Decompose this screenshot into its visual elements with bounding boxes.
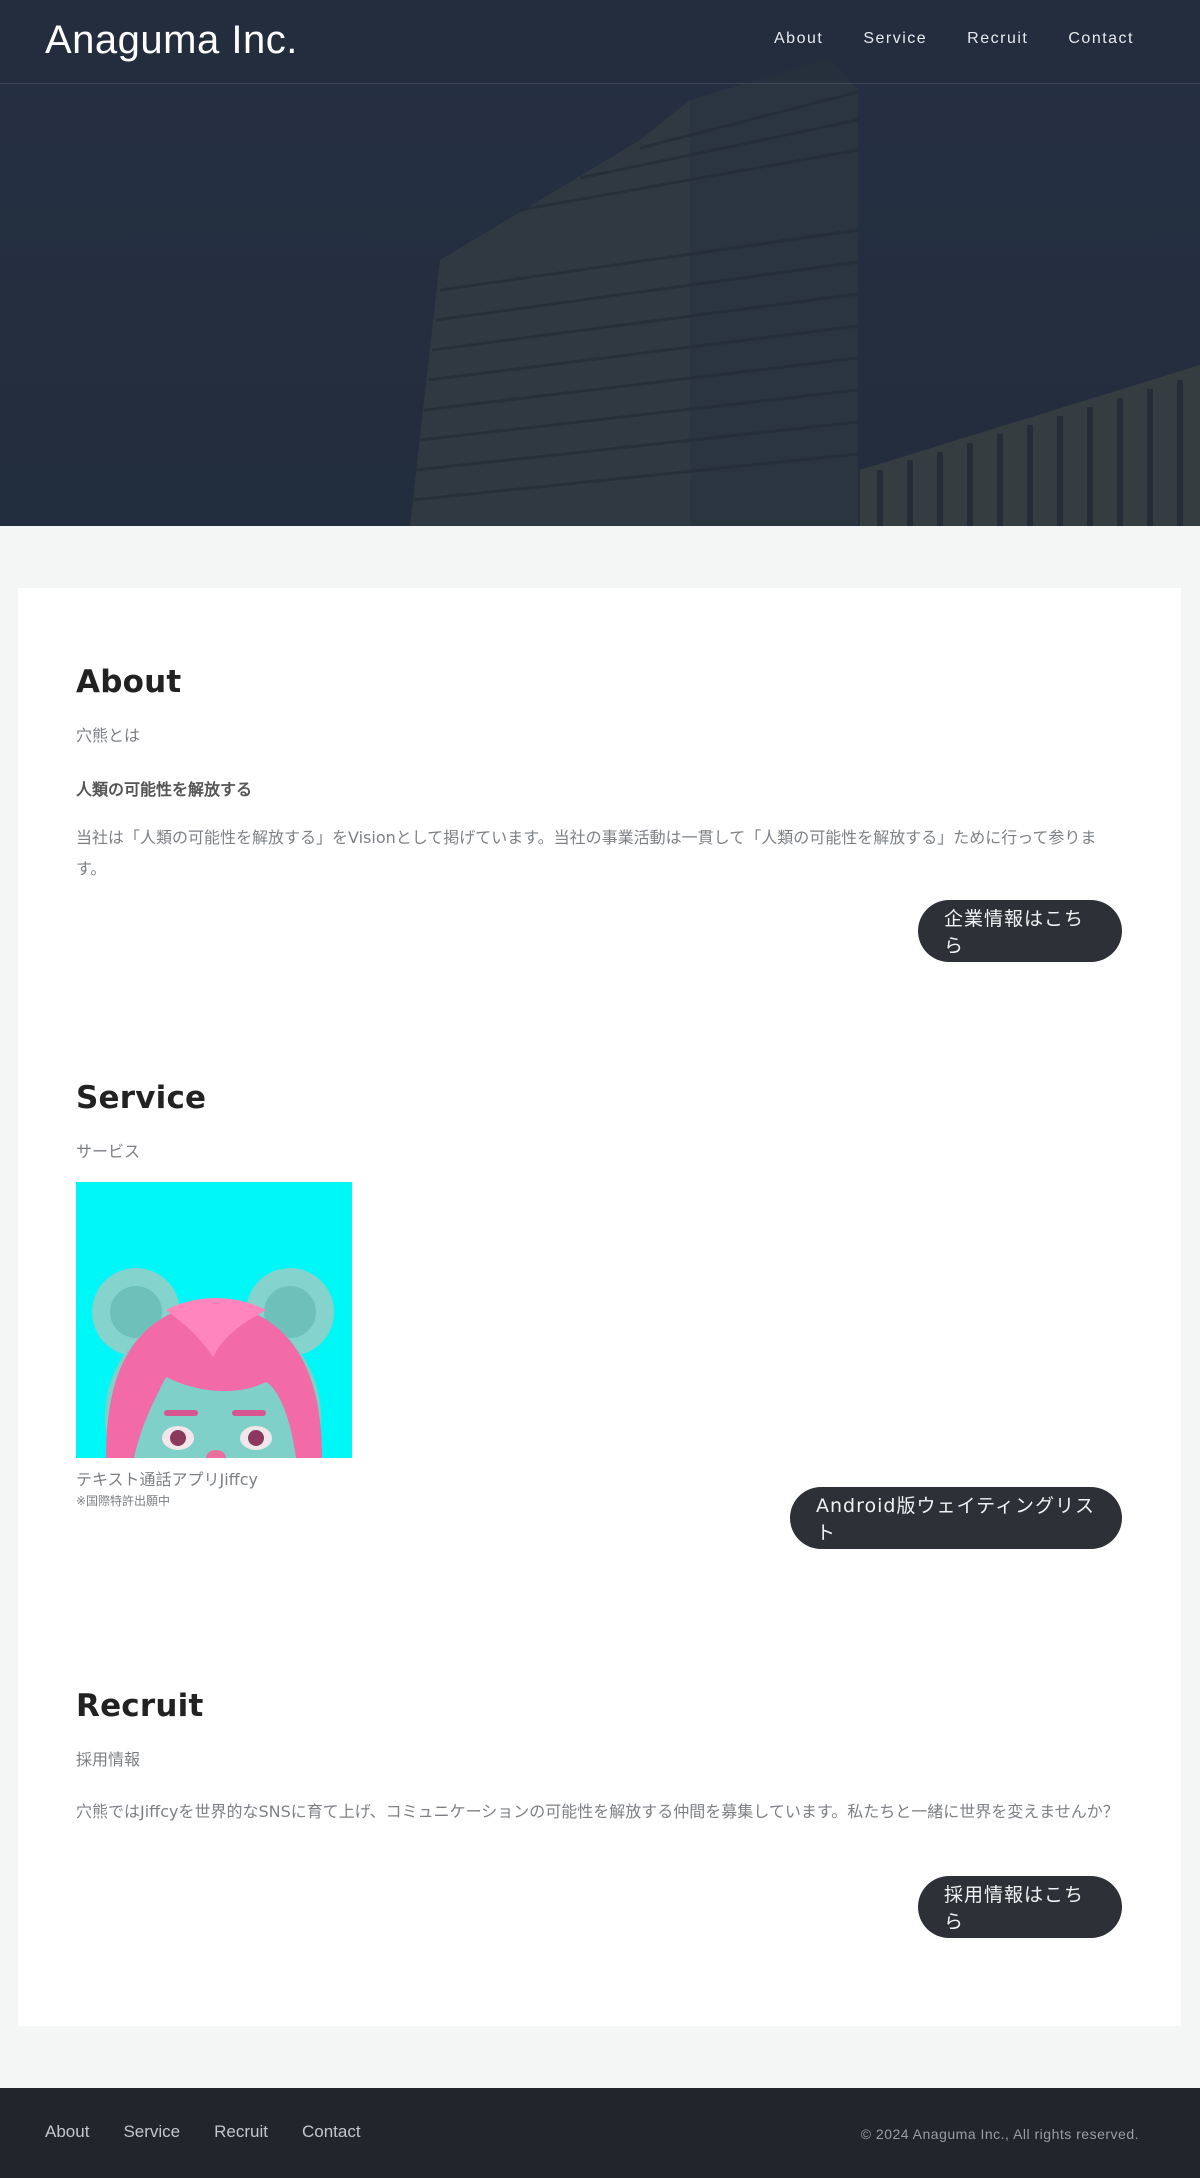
android-waitlist-button[interactable]: Android版ウェイティングリスト (790, 1487, 1122, 1549)
nav-about[interactable]: About (774, 30, 823, 48)
about-lead: 人類の可能性を解放する (76, 780, 253, 799)
service-section: Service サービス テキスト通話アプリJiffcy ※国際特許出願中 An… (76, 1080, 1122, 1550)
hero-banner: Anaguma Inc. About Service Recruit Conta… (0, 0, 1200, 526)
recruit-title: Recruit (76, 1688, 204, 1724)
nav-contact[interactable]: Contact (1068, 30, 1134, 48)
site-footer: About Service Recruit Contact © 2024 Ana… (0, 2088, 1200, 2178)
recruit-section: Recruit 採用情報 穴熊ではJiffcyを世界的なSNSに育て上げ、コミュ… (76, 1688, 1122, 1992)
about-subtitle: 穴熊とは (76, 726, 141, 745)
about-title: About (76, 664, 182, 700)
bear-character-image (76, 1182, 352, 1458)
service-caption: テキスト通話アプリJiffcy (76, 1470, 258, 1489)
service-title: Service (76, 1080, 207, 1116)
footer-nav-recruit[interactable]: Recruit (214, 2122, 268, 2142)
service-subtitle: サービス (76, 1142, 141, 1161)
about-section: About 穴熊とは 人類の可能性を解放する 当社は「人類の可能性を解放する」を… (76, 664, 1122, 968)
main-nav: About Service Recruit Contact (774, 30, 1134, 48)
recruit-info-button[interactable]: 採用情報はこちら (918, 1876, 1122, 1938)
site-header: Anaguma Inc. About Service Recruit Conta… (0, 0, 1200, 84)
recruit-body: 穴熊ではJiffcyを世界的なSNSに育て上げ、コミュニケーションの可能性を解放… (76, 1802, 1119, 1821)
content-card: About 穴熊とは 人類の可能性を解放する 当社は「人類の可能性を解放する」を… (18, 588, 1181, 2026)
nav-recruit[interactable]: Recruit (967, 30, 1028, 48)
about-body: 当社は「人類の可能性を解放する」をVisionとして掲げています。当社の事業活動… (76, 828, 1097, 878)
footer-nav-about[interactable]: About (45, 2122, 89, 2142)
company-info-button[interactable]: 企業情報はこちら (918, 900, 1122, 962)
jiffcy-app-image (76, 1182, 352, 1458)
copyright-text: © 2024 Anaguma Inc., All rights reserved… (860, 2126, 1139, 2142)
footer-nav: About Service Recruit Contact (45, 2122, 361, 2142)
footer-nav-contact[interactable]: Contact (302, 2122, 361, 2142)
footer-nav-service[interactable]: Service (123, 2122, 180, 2142)
nav-service[interactable]: Service (863, 30, 927, 48)
recruit-subtitle: 採用情報 (76, 1750, 141, 1769)
site-logo[interactable]: Anaguma Inc. (45, 18, 298, 63)
service-note: ※国際特許出願中 (76, 1494, 171, 1508)
